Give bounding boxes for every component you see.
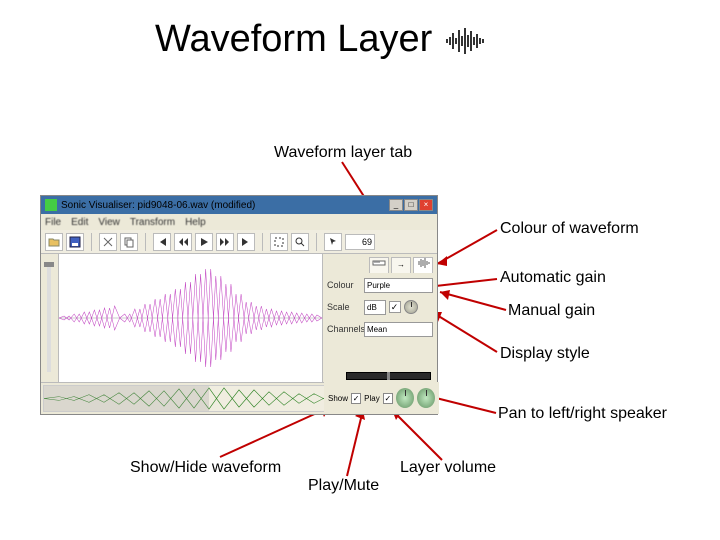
waveform-display[interactable] [59, 254, 322, 382]
menu-file[interactable]: File [45, 217, 61, 228]
select-button[interactable] [270, 233, 288, 251]
annotation-colour: Colour of waveform [500, 220, 639, 238]
volume-dial-left[interactable] [396, 388, 414, 408]
gain-dial[interactable] [404, 300, 418, 314]
arrow-manualgain [438, 290, 510, 312]
menu-edit[interactable]: Edit [71, 217, 88, 228]
annotation-autogain: Automatic gain [500, 269, 606, 287]
skip-start-button[interactable] [153, 233, 171, 251]
annotation-pan: Pan to left/right speaker [498, 405, 667, 423]
colour-select[interactable]: Purple [364, 278, 433, 293]
zoom-level[interactable]: 69 [345, 234, 375, 250]
open-button[interactable] [45, 233, 63, 251]
zoom-button[interactable] [291, 233, 309, 251]
arrow-colour [435, 228, 500, 268]
layer-footer: Show Play [324, 382, 439, 414]
close-button[interactable]: × [419, 199, 433, 211]
save-button[interactable] [66, 233, 84, 251]
annotation-manualgain: Manual gain [508, 302, 595, 320]
channels-select[interactable]: Mean [364, 322, 433, 337]
play-label: Play [364, 394, 380, 403]
colour-label: Colour [327, 280, 361, 290]
skip-end-button[interactable] [237, 233, 255, 251]
menubar: File Edit View Transform Help [41, 214, 437, 230]
volume-dial-right[interactable] [417, 388, 435, 408]
pointer-button[interactable] [324, 233, 342, 251]
app-window: Sonic Visualiser: pid9048-06.wav (modifi… [40, 195, 438, 415]
play-checkbox[interactable] [383, 393, 393, 404]
app-icon [45, 199, 57, 211]
titlebar: Sonic Visualiser: pid9048-06.wav (modifi… [41, 196, 437, 214]
channels-label: Channels [327, 324, 361, 334]
maximize-button[interactable]: □ [404, 199, 418, 211]
rewind-button[interactable] [174, 233, 192, 251]
property-panel: → Colour Purple Scale dB Channels Mean [322, 254, 437, 382]
page-title: Waveform Layer [155, 18, 432, 61]
play-button[interactable] [195, 233, 213, 251]
forward-button[interactable] [216, 233, 234, 251]
copy-button[interactable] [120, 233, 138, 251]
vertical-scale-slider[interactable] [47, 262, 51, 372]
scale-label: Scale [327, 302, 361, 312]
tab-waveform[interactable] [413, 257, 433, 273]
tab-arrow[interactable]: → [391, 257, 411, 273]
menu-help[interactable]: Help [185, 217, 206, 228]
arrow-playmute [345, 408, 365, 478]
menu-view[interactable]: View [98, 217, 120, 228]
track-sidebar [41, 254, 59, 382]
show-label: Show [328, 394, 348, 403]
toolbar: 69 [41, 230, 437, 254]
autogain-checkbox[interactable] [389, 301, 401, 313]
arrow-display [430, 310, 500, 354]
annotation-display: Display style [500, 345, 590, 363]
arrow-volume [390, 408, 445, 462]
window-title: Sonic Visualiser: pid9048-06.wav (modifi… [61, 200, 389, 211]
menu-transform[interactable]: Transform [130, 217, 175, 228]
annotation-playmute: Play/Mute [308, 477, 379, 495]
show-checkbox[interactable] [351, 393, 361, 404]
annotation-showhide: Show/Hide waveform [130, 459, 281, 477]
tab-ruler[interactable] [369, 257, 389, 273]
pan-slider[interactable] [346, 372, 431, 380]
waveform-layer-icon [446, 28, 486, 54]
scale-select[interactable]: dB [364, 300, 386, 315]
cut-button[interactable] [99, 233, 117, 251]
minimize-button[interactable]: _ [389, 199, 403, 211]
